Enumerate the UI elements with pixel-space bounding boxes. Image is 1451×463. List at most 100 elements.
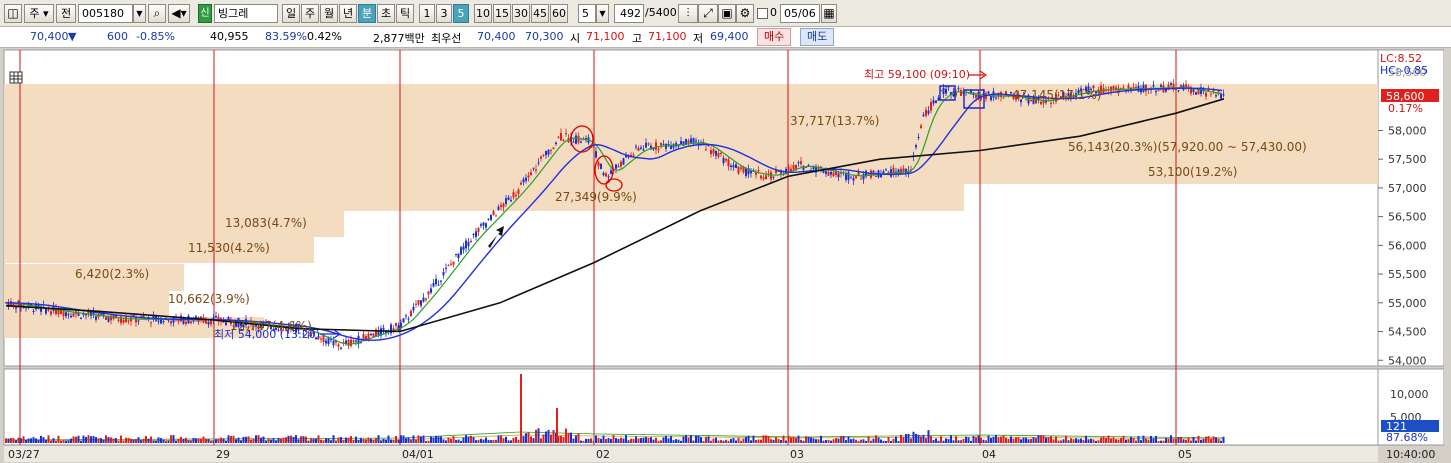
volume-bar	[1200, 439, 1202, 443]
chart-type-icon[interactable]: ⫶	[678, 4, 698, 23]
interval-45-button[interactable]: 45	[531, 4, 549, 23]
count-value-field[interactable]: 492	[614, 4, 644, 23]
volume-bar	[40, 435, 42, 443]
volume-bar	[332, 435, 335, 443]
date-field[interactable]: 05/06	[780, 4, 820, 23]
candle-body	[917, 136, 920, 138]
period-week-button[interactable]: 주	[301, 4, 319, 23]
speaker-icon[interactable]: ◀▾	[168, 4, 190, 23]
draw-tool-icon[interactable]: ⤢	[698, 4, 718, 23]
volume-bar	[452, 436, 455, 443]
volume-bar	[1177, 437, 1180, 443]
volume-bar	[990, 437, 992, 443]
candle-body	[797, 162, 800, 164]
candle-body	[1135, 86, 1137, 88]
grid-toggle-icon[interactable]	[9, 71, 23, 84]
volume-bar	[47, 435, 50, 443]
volume-bar	[515, 437, 517, 443]
market-select[interactable]: 주 ▾	[24, 4, 54, 23]
volume-bar	[565, 428, 567, 443]
candle-body	[540, 156, 542, 159]
volume-bar	[280, 438, 282, 443]
code-dropdown-button[interactable]: ▼	[133, 4, 146, 23]
search-icon[interactable]: ⌕	[148, 4, 166, 23]
volume-bar	[675, 439, 677, 443]
volume-bar	[960, 440, 962, 443]
count-dropdown-button[interactable]: ▼	[596, 4, 609, 23]
volume-band-label: 10,662(3.9%)	[168, 292, 250, 306]
price-chart[interactable]: 6,420(2.3%) 11,530(4.2%) 13,083(4.7%) 10,66…	[0, 48, 1451, 463]
volume-bar	[657, 440, 660, 443]
candle-body	[350, 339, 352, 346]
period-year-button[interactable]: 년	[339, 4, 357, 23]
volume-bar	[215, 439, 217, 443]
gear-icon[interactable]: ⚙	[736, 4, 754, 23]
candle-body	[930, 102, 932, 111]
volume-bar	[200, 438, 202, 443]
candle-body	[370, 333, 372, 336]
stock-code-field[interactable]: 005180	[78, 4, 133, 23]
volume-bar	[827, 439, 830, 443]
volume-bar	[240, 440, 242, 443]
volume-pct-label: 87.68%	[1386, 431, 1428, 444]
period-month-button[interactable]: 월	[320, 4, 338, 23]
volume-bar	[340, 437, 342, 443]
period-second-button[interactable]: 초	[377, 4, 395, 23]
volume-bar	[1097, 440, 1100, 443]
candle-body	[530, 172, 532, 176]
save-icon[interactable]: ▣	[718, 4, 736, 23]
interval-10-button[interactable]: 10	[474, 4, 492, 23]
right-scrollbar[interactable]	[1444, 50, 1450, 445]
volume-bar	[872, 438, 875, 443]
volume-bar	[447, 437, 450, 443]
chart-area[interactable]: 6,420(2.3%) 11,530(4.2%) 13,083(4.7%) 10,66…	[0, 48, 1451, 463]
candle-body	[480, 224, 482, 226]
volume-bar	[1175, 438, 1177, 443]
volume-bar	[730, 438, 732, 443]
time-axis-label: 03/27	[8, 448, 40, 461]
candle-body	[1112, 86, 1115, 90]
period-minute-button[interactable]: 분	[358, 4, 376, 23]
volume-bar	[562, 437, 565, 443]
volume-bar	[887, 436, 890, 443]
volume-bar	[337, 437, 340, 443]
volume-bar	[945, 438, 947, 443]
volume-bar	[812, 438, 815, 443]
interval-30-button[interactable]: 30	[512, 4, 530, 23]
period-day-button[interactable]: 일	[282, 4, 300, 23]
volume-bar	[90, 436, 92, 443]
candle-body	[655, 142, 657, 150]
calendar-icon[interactable]: ▦	[821, 4, 837, 23]
volume-bar	[480, 438, 482, 443]
interval-1-button[interactable]: 1	[419, 4, 435, 23]
candle-body	[532, 167, 535, 169]
volume-bar	[1217, 439, 1220, 443]
candle-body	[600, 163, 602, 169]
interval-5-button[interactable]: 5	[453, 4, 469, 23]
jeon-button[interactable]: 전	[56, 4, 76, 23]
candle-body	[475, 231, 477, 237]
candle-body	[1155, 91, 1157, 93]
volume-bar	[1000, 436, 1002, 443]
buy-order-button[interactable]: 매수	[757, 28, 792, 46]
volume-bar	[405, 438, 407, 443]
count-select[interactable]: 5	[578, 4, 596, 23]
candle-body	[690, 138, 692, 143]
window-restore-icon[interactable]: ◫	[4, 4, 22, 23]
price-axis-label: 58,000	[1388, 124, 1427, 137]
interval-3-button[interactable]: 3	[436, 4, 452, 23]
interval-60-button[interactable]: 60	[550, 4, 568, 23]
period-tick-button[interactable]: 틱	[396, 4, 414, 23]
volume-bar	[130, 438, 132, 443]
sell-order-button[interactable]: 매도	[800, 28, 835, 46]
interval-15-button[interactable]: 15	[493, 4, 511, 23]
candle-body	[727, 159, 730, 167]
volume-bar	[850, 439, 852, 443]
volume-bar	[27, 438, 30, 443]
volume-bar	[802, 440, 805, 443]
candle-body	[522, 179, 525, 183]
volume-bar	[1140, 440, 1142, 443]
volume-bar	[175, 440, 177, 443]
zero-checkbox[interactable]	[757, 8, 768, 19]
volume-bar	[1122, 435, 1125, 443]
